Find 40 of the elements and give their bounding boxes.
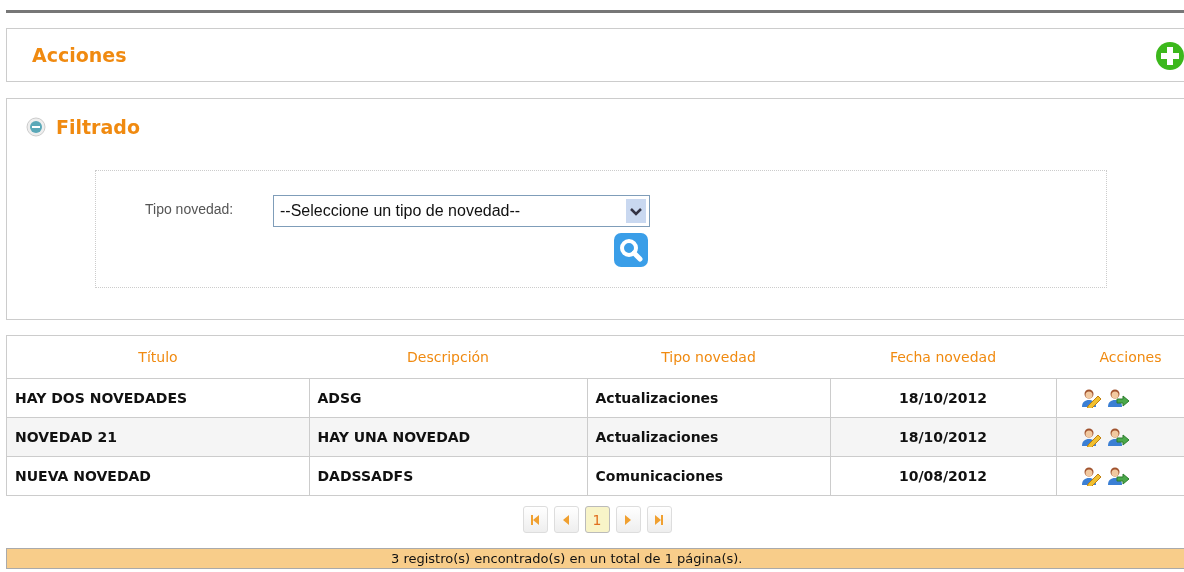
table-cell: DADSSADFS bbox=[309, 456, 587, 496]
user-edit-icon[interactable] bbox=[1080, 427, 1103, 447]
previous-icon bbox=[562, 513, 570, 526]
table-cell: 18/10/2012 bbox=[830, 378, 1056, 418]
table-cell: HAY DOS NOVEDADES bbox=[6, 378, 309, 418]
panel-title: Acciones bbox=[32, 44, 127, 66]
table-cell: 10/08/2012 bbox=[830, 456, 1056, 496]
next-icon bbox=[624, 513, 632, 526]
column-header[interactable]: Título bbox=[6, 335, 309, 379]
search-icon[interactable] bbox=[614, 233, 648, 267]
table-cell: Actualizaciones bbox=[587, 417, 830, 457]
user-arrow-icon[interactable] bbox=[1107, 427, 1130, 447]
table-cell: ADSG bbox=[309, 378, 587, 418]
table-cell: Comunicaciones bbox=[587, 456, 830, 496]
table-cell: NUEVA NOVEDAD bbox=[6, 456, 309, 496]
user-edit-icon[interactable] bbox=[1080, 388, 1103, 408]
column-header[interactable]: Descripción bbox=[309, 335, 587, 379]
status-bar: 3 registro(s) encontrado(s) en un total de 1 página(s). bbox=[6, 548, 1184, 569]
add-icon[interactable] bbox=[1155, 41, 1184, 71]
user-arrow-icon[interactable] bbox=[1107, 466, 1130, 486]
type-select[interactable]: --Seleccione un tipo de novedad-- bbox=[273, 195, 650, 227]
previous-page-button[interactable] bbox=[553, 506, 579, 533]
next-page-button[interactable] bbox=[615, 506, 641, 533]
column-header[interactable]: Acciones bbox=[1056, 335, 1184, 379]
table-cell: HAY UNA NOVEDAD bbox=[309, 417, 587, 457]
page-button[interactable]: 1 bbox=[584, 506, 610, 533]
first-page-button[interactable] bbox=[522, 506, 548, 533]
panel-title: Filtrado bbox=[56, 116, 140, 138]
user-edit-icon[interactable] bbox=[1080, 466, 1103, 486]
last-page-button[interactable] bbox=[646, 506, 672, 533]
user-arrow-icon[interactable] bbox=[1107, 388, 1130, 408]
field-label: Tipo novedad: bbox=[145, 200, 235, 219]
last-icon bbox=[654, 513, 664, 526]
table-cell: 18/10/2012 bbox=[830, 417, 1056, 457]
table-cell: Actualizaciones bbox=[587, 378, 830, 418]
table-cell: NOVEDAD 21 bbox=[6, 417, 309, 457]
collapse-icon[interactable] bbox=[26, 117, 46, 137]
first-icon bbox=[530, 513, 540, 526]
column-header[interactable]: Fecha novedad bbox=[830, 335, 1056, 379]
column-header[interactable]: Tipo novedad bbox=[587, 335, 830, 379]
